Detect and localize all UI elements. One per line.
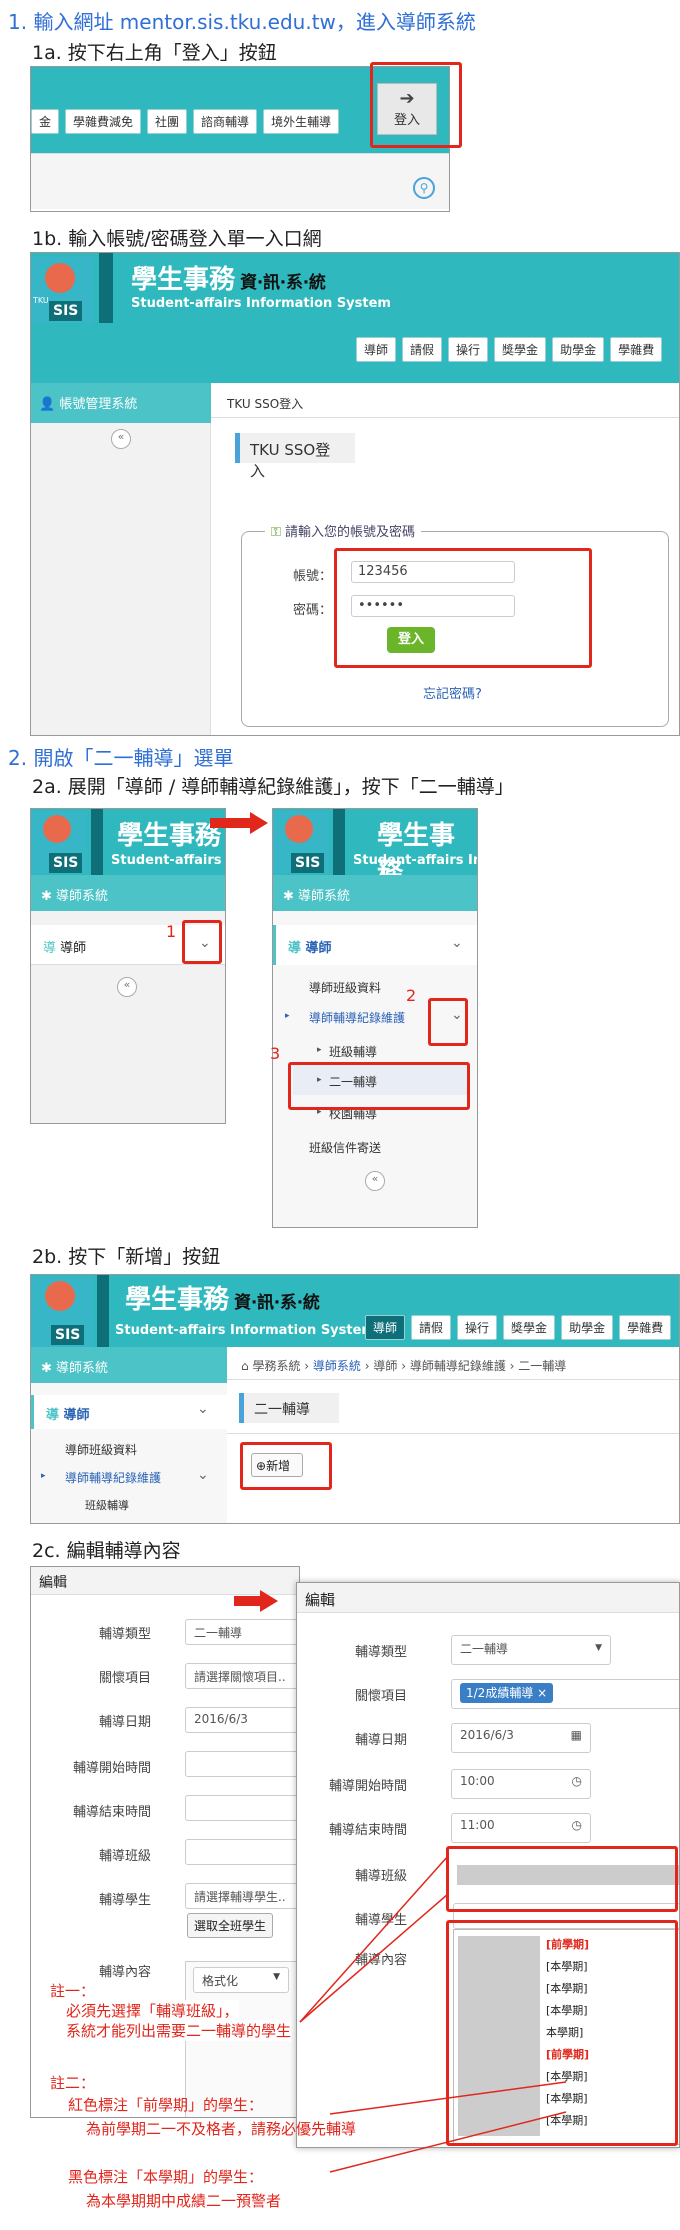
note1-title: 註一：	[50, 1980, 96, 2001]
note2-title: 註二：	[50, 2074, 96, 2092]
note3-line2: 為本學期期中成績二一預警者	[86, 2192, 282, 2210]
note1-line1: 必須先選擇「輔導班級」，	[66, 2000, 239, 2021]
note3-line1: 黑色標注「本學期」的學生：	[68, 2168, 264, 2186]
annotation-lines	[299, 1855, 567, 2173]
note2-line2: 為前學期二一不及格者，請務必優先輔導	[86, 2120, 357, 2138]
note1-line2: 系統才能列出需要二一輔導的學生	[66, 2020, 292, 2041]
note2-line1: 紅色標注「前學期」的學生：	[68, 2096, 264, 2114]
